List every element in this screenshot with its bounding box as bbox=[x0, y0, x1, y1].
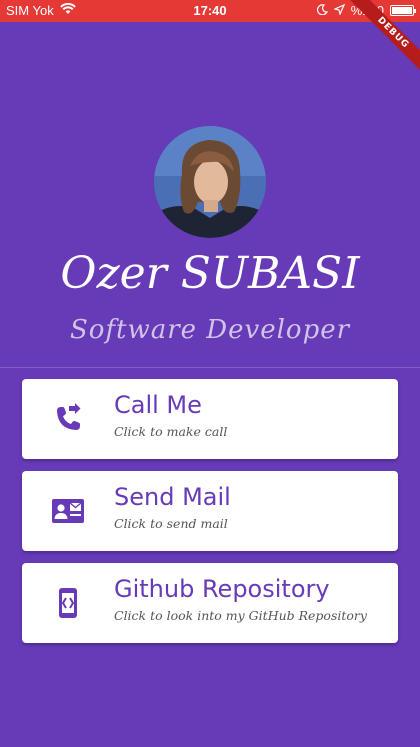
card-subtitle: Click to look into my GitHub Repository bbox=[114, 608, 367, 623]
card-title: Call Me bbox=[114, 391, 202, 419]
profile-title: Software Developer bbox=[69, 315, 351, 345]
card-title: Github Repository bbox=[114, 575, 330, 603]
call-me-card[interactable]: Call Me Click to make call bbox=[22, 379, 398, 459]
avatar bbox=[154, 126, 266, 238]
moon-icon bbox=[316, 3, 328, 18]
location-icon bbox=[332, 3, 345, 18]
github-repository-card[interactable]: Github Repository Click to look into my … bbox=[22, 563, 398, 643]
contact-mail-icon bbox=[50, 493, 86, 529]
profile-name: Ozer SUBASI bbox=[60, 248, 360, 299]
phone-forward-icon bbox=[50, 401, 86, 437]
developer-mode-icon bbox=[50, 585, 86, 621]
send-mail-card[interactable]: Send Mail Click to send mail bbox=[22, 471, 398, 551]
card-subtitle: Click to make call bbox=[114, 424, 228, 439]
divider bbox=[0, 367, 420, 368]
card-subtitle: Click to send mail bbox=[114, 516, 228, 531]
card-title: Send Mail bbox=[114, 483, 231, 511]
battery-icon bbox=[390, 5, 416, 16]
